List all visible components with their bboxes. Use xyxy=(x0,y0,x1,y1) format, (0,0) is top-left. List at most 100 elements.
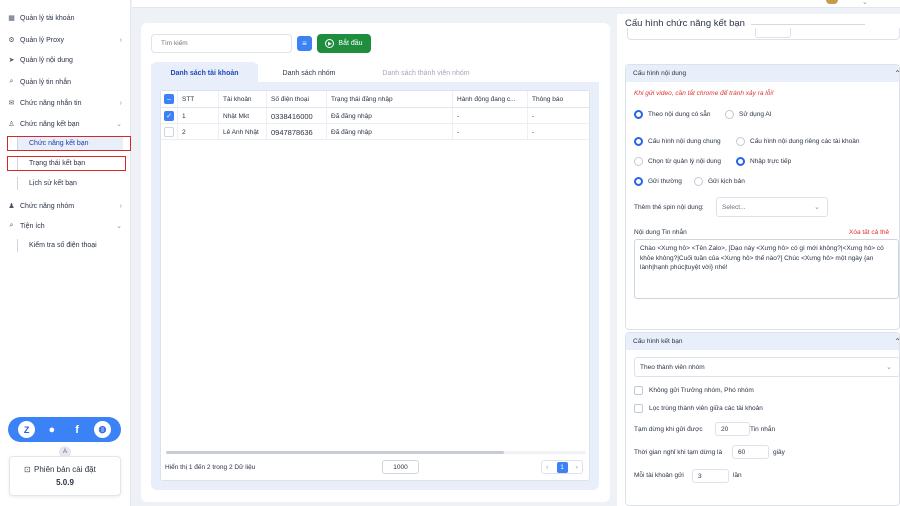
tab-group-list[interactable]: Danh sách nhóm xyxy=(258,64,360,82)
section-header[interactable]: Cấu hình kết bạn ⌃ xyxy=(626,333,900,350)
column-header[interactable]: Số điện thoại xyxy=(267,91,327,107)
radio-from-manager[interactable]: Chọn từ quản lý nội dung xyxy=(634,157,721,166)
per-account-input[interactable]: 3 xyxy=(692,469,729,483)
chevron-right-icon: › xyxy=(119,99,122,107)
cell-account: Lê Anh Nhật xyxy=(219,124,267,140)
sidebar-subitem-phone-check[interactable]: Kiểm tra số điện thoại xyxy=(17,239,123,252)
sidebar-item-content[interactable]: ➤ Quản lý nội dung xyxy=(6,53,124,67)
chevron-down-icon: ⌄ xyxy=(886,364,892,371)
radio-use-ai[interactable]: Sử dụng AI xyxy=(725,110,772,119)
row-checkbox-cell: ✓ xyxy=(161,108,178,124)
column-header[interactable]: Hành động đang c... xyxy=(453,91,528,107)
sidebar-subitem-friend-function[interactable]: Chức năng kết bạn xyxy=(17,137,123,150)
sidebar-subitem-friend-status[interactable]: Trạng thái kết bạn xyxy=(17,157,123,170)
cell-phone: 0947878636 xyxy=(267,124,327,140)
collapsed-section-control[interactable] xyxy=(755,28,791,38)
start-button-label: Bắt đầu xyxy=(338,40,363,47)
pause-unit: Tin nhắn xyxy=(750,426,776,433)
table-row[interactable]: ✓ 1 Nhật Mkt 0338416000 Đã đăng nhập - - xyxy=(161,108,589,124)
facebook-icon[interactable]: f xyxy=(69,421,86,438)
sidebar-item-messaging[interactable]: ✉ Chức năng nhắn tin › xyxy=(6,96,124,110)
radio-label: Cấu hình nội dung riêng các tài khoản xyxy=(750,138,860,145)
radio-button[interactable] xyxy=(634,110,643,119)
row-checkbox[interactable]: ✓ xyxy=(164,111,174,121)
radio-button[interactable] xyxy=(634,177,643,186)
sidebar-item-label: Quản lý nội dung xyxy=(20,56,73,64)
radio-button[interactable] xyxy=(694,177,703,186)
horizontal-scrollbar[interactable] xyxy=(166,451,504,454)
radio-label: Cấu hình nội dung chung xyxy=(648,138,721,145)
checkbox-skip-leaders[interactable]: Không gửi Trưởng nhóm, Phó nhóm xyxy=(634,386,754,395)
checkbox[interactable] xyxy=(634,386,643,395)
sidebar-item-accounts[interactable]: ▦ Quản lý tài khoản xyxy=(6,11,124,25)
page-button[interactable]: 1 xyxy=(556,461,568,473)
chevron-up-icon[interactable]: ⌃ xyxy=(894,337,900,346)
prev-page-icon[interactable]: ‹ xyxy=(546,464,548,471)
spin-select[interactable]: Select... ⌄ xyxy=(716,197,828,217)
chevron-right-icon: › xyxy=(119,202,122,210)
radio-button[interactable] xyxy=(736,137,745,146)
checkbox[interactable] xyxy=(634,404,643,413)
column-header[interactable]: STT xyxy=(178,91,219,107)
sidebar-subitem-friend-history[interactable]: Lịch sử kết bạn xyxy=(17,177,123,190)
radio-button[interactable] xyxy=(634,137,643,146)
filter-icon: ≡ xyxy=(302,39,307,48)
column-header[interactable]: Tài khoản xyxy=(219,91,267,107)
info-icon: ⊡ xyxy=(24,465,31,474)
sidebar-subitem-label: Trạng thái kết bạn xyxy=(29,160,86,167)
radio-preset-content[interactable]: Theo nội dung có sẵn xyxy=(634,110,711,119)
column-header[interactable]: Thông báo xyxy=(528,91,589,107)
page-size-input[interactable]: 1000 xyxy=(382,460,419,474)
tab-group-member-list[interactable]: Danh sách thành viên nhóm xyxy=(360,64,492,82)
cell-notice: - xyxy=(532,128,535,136)
version-card: ⊡ Phiên bản cài đặt 5.0.9 xyxy=(9,456,121,496)
version-label: Phiên bản cài đặt xyxy=(34,465,96,474)
next-page-icon[interactable]: › xyxy=(576,464,578,471)
filter-button[interactable]: ≡ xyxy=(297,36,312,51)
sidebar-item-friend[interactable]: ♙ Chức năng kết bạn ⌄ xyxy=(6,117,124,131)
sidebar-item-proxy[interactable]: ⚙ Quản lý Proxy › xyxy=(6,33,124,47)
select-all-checkbox[interactable]: – xyxy=(164,94,174,104)
radio-normal-send[interactable]: Gửi thường xyxy=(634,177,682,186)
radio-label: Sử dụng AI xyxy=(739,111,772,118)
radio-button[interactable] xyxy=(736,157,745,166)
radio-direct-input[interactable]: Nhập trực tiếp xyxy=(736,157,791,166)
row-checkbox[interactable] xyxy=(164,127,174,137)
chevron-up-icon[interactable]: ⌃ xyxy=(894,69,900,78)
checkbox-label: Lọc trùng thành viên giữa các tài khoản xyxy=(649,405,763,412)
select-value: Theo thành viên nhóm xyxy=(640,363,705,371)
checkbox-dedupe-members[interactable]: Lọc trùng thành viên giữa các tài khoản xyxy=(634,404,763,413)
cell-account: Nhật Mkt xyxy=(219,108,267,124)
rest-time-input[interactable]: 60 xyxy=(732,445,769,459)
cell-action: - xyxy=(453,108,528,124)
messenger-icon[interactable]: ● xyxy=(43,421,60,438)
friend-mode-select[interactable]: Theo thành viên nhóm ⌄ xyxy=(634,357,900,377)
cell-stt: 1 xyxy=(178,108,219,124)
rest-label: Thời gian nghỉ khi tạm dừng là xyxy=(634,449,723,456)
column-header[interactable]: Trạng thái đăng nhập xyxy=(327,91,453,107)
tab-account-list[interactable]: Danh sách tài khoản xyxy=(151,64,258,82)
radio-per-account-content[interactable]: Cấu hình nội dung riêng các tài khoản xyxy=(736,137,860,146)
accounts-table: – STT Tài khoản Số điện thoại Trạng thái… xyxy=(160,90,590,481)
globe-icon[interactable]: ◍ xyxy=(93,421,111,438)
message-textarea[interactable]: Chào <Xưng hô> <Tên Zalo>, [Dạo này <Xưn… xyxy=(634,239,899,299)
zalo-icon[interactable]: Z xyxy=(18,421,36,438)
pause-count-input[interactable]: 20 xyxy=(715,422,750,436)
table-header: – STT Tài khoản Số điện thoại Trạng thái… xyxy=(161,91,589,108)
table-row[interactable]: 2 Lê Anh Nhật 0947878636 Đã đăng nhập - … xyxy=(161,124,589,140)
section-header[interactable]: Cấu hình nội dung ⌃ xyxy=(626,65,900,82)
rest-unit: giây xyxy=(773,449,785,456)
chevron-down-icon[interactable]: ⌄ xyxy=(862,0,868,6)
sidebar-item-group[interactable]: ♟ Chức năng nhóm › xyxy=(6,199,124,213)
search-input[interactable] xyxy=(151,34,292,53)
start-button[interactable]: ▶ Bắt đầu xyxy=(317,34,371,53)
sidebar-item-messages[interactable]: ⌕ Quản lý tin nhắn xyxy=(6,75,124,89)
radio-common-content[interactable]: Cấu hình nội dung chung xyxy=(634,137,721,146)
sidebar-item-utilities[interactable]: ⌕ Tiện ích ⌄ xyxy=(6,219,124,233)
radio-script-send[interactable]: Gửi kịch bản xyxy=(694,177,745,186)
cell-stt: 2 xyxy=(178,124,219,140)
checkbox-label: Không gửi Trưởng nhóm, Phó nhóm xyxy=(649,387,754,394)
clear-all-tags-link[interactable]: Xóa tất cả thẻ xyxy=(849,229,889,236)
radio-button[interactable] xyxy=(634,157,643,166)
radio-button[interactable] xyxy=(725,110,734,119)
